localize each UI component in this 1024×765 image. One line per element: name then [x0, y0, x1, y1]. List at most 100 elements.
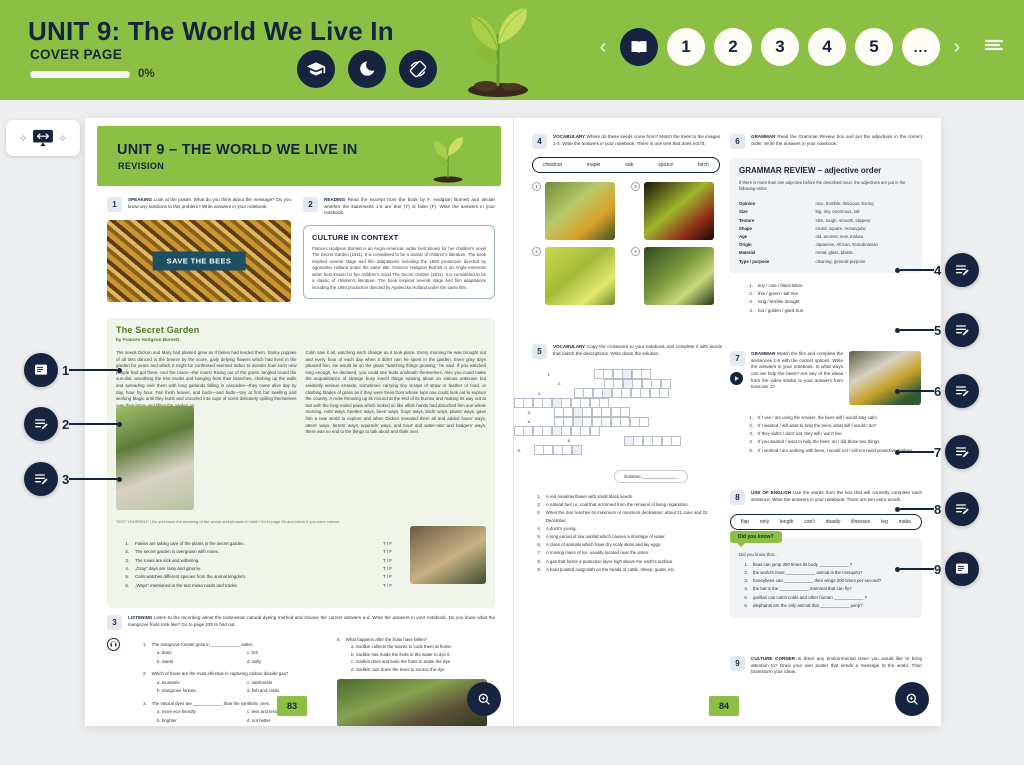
edit-note-icon[interactable] [945, 313, 980, 347]
cw-row-label: 8. [567, 438, 571, 443]
exercise-4-word-box: chestnut maple oak spruce birch [532, 157, 720, 173]
q-text: The natural dyes are ____________ than t… [151, 700, 271, 706]
word-chip[interactable]: length [780, 519, 794, 525]
q-option[interactable]: b. mangrove forests [143, 687, 233, 694]
annotation-marker-1[interactable]: 1 [24, 353, 123, 387]
edit-note-icon[interactable] [24, 407, 58, 441]
zoom-button-left-page[interactable] [467, 682, 501, 716]
image-item: 1 [532, 182, 621, 240]
word-chip[interactable]: only [760, 519, 769, 525]
q-option[interactable]: c. rainforests [233, 679, 323, 686]
menu-icon[interactable] [984, 36, 1006, 59]
presentation-pointer-icon[interactable]: ✧ ✧ [6, 120, 80, 156]
page-button-1[interactable]: 1 [667, 28, 705, 66]
q-text: The mangrove forests grow in ___________… [151, 642, 254, 647]
q-option[interactable]: d. salty [233, 658, 323, 665]
table-row: 4. „Gray” days are rainy and gloomy. T /… [123, 565, 413, 573]
culture-box-title: CULTURE IN CONTEXT [312, 232, 399, 242]
q-option[interactable]: d. fish and crabs [233, 687, 323, 694]
word-chip[interactable]: flap [741, 519, 749, 525]
reader-canvas: ✧ ✧ UNIT 9 – THE WORLD WE LIVE IN REVISI… [0, 100, 1024, 765]
annotation-marker-4[interactable]: 4 [895, 253, 980, 287]
annotation-marker-5[interactable]: 5 [895, 313, 980, 347]
culture-in-context-box: CULTURE IN CONTEXT Frances Hodgson Burne… [303, 224, 495, 300]
q-option[interactable]: c. Sodikin dries and boils the fruits to… [337, 658, 487, 665]
grammar-review-table: Opinion nice, horrible, delicious, boring… [739, 200, 913, 266]
edit-note-icon[interactable] [945, 492, 980, 526]
next-page-arrow[interactable]: › [949, 37, 965, 57]
moon-icon[interactable] [348, 50, 386, 88]
exercise-2-body: Read the excerpt from the book by F. Hod… [324, 197, 495, 216]
exercise-6-items: 1. tiny / cute / black kitten 2. thin / gr… [730, 282, 922, 315]
exercise-8: 8 USE OF ENGLISH Use the words from the … [730, 490, 922, 618]
q-option[interactable]: a. more eco-friendly [143, 708, 233, 715]
q-option[interactable]: b. Sodikin has made the fruits in the wa… [337, 651, 487, 658]
tf-answer[interactable]: T / F [383, 557, 413, 565]
exercise-9: 9 CULTURE CORNER Is there any environmen… [730, 656, 922, 676]
q-option[interactable]: a. deep [143, 649, 233, 656]
screen-rotate-icon[interactable] [399, 50, 437, 88]
word-chip[interactable]: spruce [658, 162, 673, 168]
list-item: 3. honeybees can ____________ their wings… [744, 578, 882, 584]
page-button-5[interactable]: 5 [855, 28, 893, 66]
progress-percent: 0% [138, 68, 155, 80]
book-icon[interactable] [620, 28, 658, 66]
word-chip[interactable]: leg [881, 519, 888, 525]
note-icon[interactable] [24, 353, 58, 387]
tf-answer[interactable]: T / F [383, 540, 413, 548]
note-icon[interactable] [945, 552, 980, 586]
edit-note-icon[interactable] [945, 374, 980, 408]
page-button-3[interactable]: 3 [761, 28, 799, 66]
word-chip[interactable]: oak [625, 162, 633, 168]
page-button-2[interactable]: 2 [714, 28, 752, 66]
graduation-cap-icon[interactable] [297, 50, 335, 88]
annotation-marker-7[interactable]: 7 [895, 435, 980, 469]
word-chip[interactable]: illnesses [851, 519, 870, 525]
annotation-marker-6[interactable]: 6 [895, 374, 980, 408]
tf-answer[interactable]: T / F [383, 548, 413, 556]
annotation-marker-9[interactable]: 9 [895, 552, 980, 586]
edit-note-icon[interactable] [24, 462, 58, 496]
annotation-marker-2-label: 2 [62, 416, 70, 432]
tf-answer[interactable]: T / F [383, 573, 413, 581]
crossword-solution-box[interactable]: Solution:______________ [614, 469, 688, 483]
q-option[interactable]: a. tsunamis [143, 679, 233, 686]
annotation-marker-2[interactable]: 2 [24, 407, 123, 441]
exercise-3-body: Listen to the recording about the Indone… [128, 615, 496, 627]
annotation-marker-3[interactable]: 3 [24, 462, 123, 496]
exercise-2: 2 READING Read the excerpt from the book… [303, 197, 495, 300]
word-chip[interactable]: chestnut [543, 162, 562, 168]
q-option[interactable]: b. brighter [143, 717, 233, 724]
page-button-more[interactable]: ... [902, 28, 940, 66]
video-play-icon[interactable] [730, 372, 743, 385]
poster-caption: SAVE THE BEES [152, 251, 246, 271]
edit-note-icon[interactable] [945, 435, 980, 469]
page-navigation: ‹ 1 2 3 4 5 ... › [595, 28, 1006, 66]
word-chip[interactable]: maple [587, 162, 601, 168]
q-option[interactable]: a. Sodikin collects the leaves to cook t… [337, 643, 487, 650]
list-item: 5. gorillas can catch colds and other hum… [744, 594, 867, 600]
q-option[interactable]: d. not better [233, 717, 323, 724]
word-chip[interactable]: deadly [826, 519, 841, 525]
zoom-button-right-page[interactable] [895, 682, 929, 716]
q-option[interactable]: b. sweet [143, 658, 233, 665]
q-option[interactable]: c. hot [233, 649, 323, 656]
word-chip[interactable]: birch [698, 162, 709, 168]
q-option[interactable]: d. Sodikin cuts down the trees to source… [337, 666, 487, 673]
prev-page-arrow[interactable]: ‹ [595, 37, 611, 57]
tf-answer[interactable]: T / F [383, 565, 413, 573]
annotation-marker-8[interactable]: 8 [895, 492, 980, 526]
edit-note-icon[interactable] [945, 253, 980, 287]
exercise-5-number: 5 [532, 344, 547, 359]
table-row: 5. Colin watches different species from … [123, 573, 413, 581]
did-you-know-list: 1. fleas can jump 350 times its body ____… [739, 561, 913, 610]
exercise-9-number: 9 [730, 656, 745, 671]
page-button-4[interactable]: 4 [808, 28, 846, 66]
word-chip[interactable]: can't [804, 519, 814, 525]
exercise-4-image-grid: 1 3 2 4 [532, 182, 720, 305]
annotation-marker-1-label: 1 [62, 362, 70, 378]
table-row: Material metal, glass, plastic [739, 250, 854, 256]
exercise-7-instruction: GRAMMAR Watch the film and complete the … [751, 351, 843, 405]
tf-answer[interactable]: T / F [383, 582, 413, 590]
crossword-grid[interactable]: 1. 2. 3. 4. 5. 6. 7. 8. 9. [514, 369, 722, 455]
